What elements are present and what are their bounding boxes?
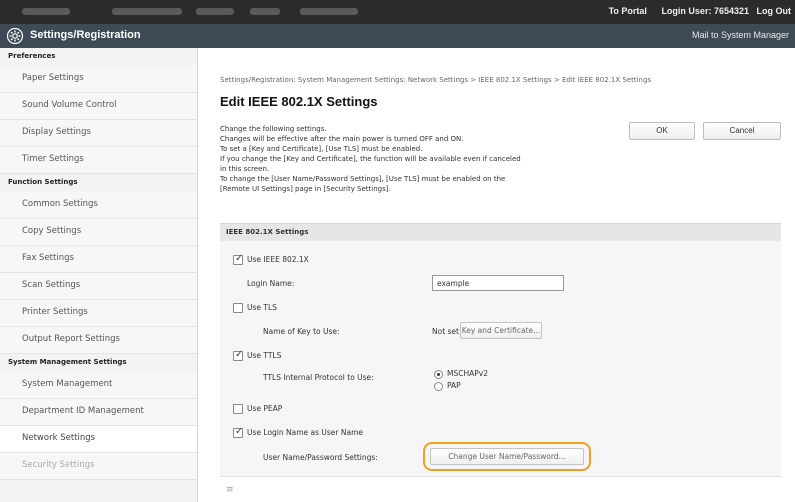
ok-button[interactable]: OK: [629, 122, 695, 140]
use-ttls-checkbox[interactable]: ✓: [233, 349, 244, 361]
app-title: Settings/Registration: [30, 29, 141, 41]
use-peap-checkbox[interactable]: [233, 404, 243, 414]
sidebar-item-paper-settings[interactable]: Paper Settings: [0, 66, 197, 93]
checkmark-icon: ✓: [235, 349, 244, 360]
description-line: Change the following settings.: [220, 125, 327, 133]
use-peap-label: Use PEAP: [247, 404, 283, 413]
sidebar-item-department-id[interactable]: Department ID Management: [0, 399, 197, 426]
use-ttls-label: Use TTLS: [247, 351, 282, 360]
bottom-mark: ≡: [226, 485, 234, 495]
page-title: Edit IEEE 802.1X Settings: [220, 94, 378, 109]
description-line: in this screen.: [220, 165, 270, 173]
use-tls-checkbox[interactable]: [233, 303, 243, 313]
sidebar-heading-preferences: Preferences: [0, 48, 197, 66]
sidebar-item-output-report-settings[interactable]: Output Report Settings: [0, 327, 197, 354]
sidebar-item-timer-settings[interactable]: Timer Settings: [0, 147, 197, 174]
pap-label: PAP: [447, 381, 461, 390]
sidebar-item-common-settings[interactable]: Common Settings: [0, 192, 197, 219]
login-user-label: Login User: 7654321: [661, 6, 749, 16]
use-tls-label: Use TLS: [247, 303, 277, 312]
redacted-text: [112, 8, 182, 15]
sidebar-heading-system-management: System Management Settings: [0, 354, 197, 372]
sidebar-item-printer-settings[interactable]: Printer Settings: [0, 300, 197, 327]
top-bar: To Portal Login User: 7654321 Log Out: [0, 0, 795, 24]
sidebar-item-network-settings[interactable]: Network Settings: [0, 426, 197, 453]
redacted-text: [196, 8, 234, 15]
login-name-label: Login Name:: [247, 279, 295, 288]
redacted-text: [22, 8, 70, 15]
settings-gear-icon: [6, 27, 24, 45]
pap-radio[interactable]: [434, 382, 443, 391]
use-login-name-label: Use Login Name as User Name: [247, 428, 364, 437]
settings-panel: ✓ Use IEEE 802.1X Login Name: example Us…: [220, 241, 781, 477]
key-and-certificate-button[interactable]: Key and Certificate...: [460, 322, 542, 339]
main-content: Settings/Registration: System Management…: [210, 48, 795, 502]
header-bar: Settings/Registration Mail to System Man…: [0, 24, 795, 48]
sidebar-item-display-settings[interactable]: Display Settings: [0, 120, 197, 147]
sidebar-heading-function-settings: Function Settings: [0, 174, 197, 192]
ttls-protocol-label: TTLS Internal Protocol to Use:: [263, 373, 374, 382]
redacted-text: [300, 8, 358, 15]
top-links: To Portal Login User: 7654321 Log Out: [597, 6, 791, 16]
use-login-name-checkbox[interactable]: ✓: [233, 426, 244, 438]
sidebar: Preferences Paper Settings Sound Volume …: [0, 48, 198, 502]
breadcrumb: Settings/Registration: System Management…: [220, 76, 652, 84]
change-user-password-button[interactable]: Change User Name/Password...: [430, 448, 584, 465]
login-name-input[interactable]: example: [432, 275, 564, 291]
sidebar-item-security-settings[interactable]: Security Settings: [0, 453, 197, 480]
checkmark-icon: ✓: [235, 253, 244, 264]
sidebar-item-copy-settings[interactable]: Copy Settings: [0, 219, 197, 246]
section-heading: IEEE 802.1X Settings: [220, 223, 781, 241]
description-line: To set a [Key and Certificate], [Use TLS…: [220, 145, 423, 153]
key-name-label: Name of Key to Use:: [263, 327, 340, 336]
description-line: To change the [User Name/Password Settin…: [220, 175, 506, 183]
description-line: If you change the [Key and Certificate],…: [220, 155, 521, 163]
redacted-text: [250, 8, 280, 15]
description-line: Changes will be effective after the main…: [220, 135, 464, 143]
portal-link[interactable]: To Portal: [609, 6, 647, 16]
use-ieee-checkbox[interactable]: ✓: [233, 253, 244, 265]
description-line: [Remote UI Settings] page in [Security S…: [220, 185, 391, 193]
use-ieee-label: Use IEEE 802.1X: [247, 255, 309, 264]
mail-to-manager-link[interactable]: Mail to System Manager: [692, 30, 789, 40]
radio-dot: [437, 373, 440, 376]
mschapv2-radio[interactable]: [434, 370, 443, 379]
sidebar-item-sound-volume[interactable]: Sound Volume Control: [0, 93, 197, 120]
user-pass-label: User Name/Password Settings:: [263, 453, 378, 462]
sidebar-item-system-management[interactable]: System Management: [0, 372, 197, 399]
mschapv2-label: MSCHAPv2: [447, 369, 488, 378]
checkmark-icon: ✓: [235, 426, 244, 437]
logout-link[interactable]: Log Out: [757, 6, 792, 16]
cancel-button[interactable]: Cancel: [703, 122, 781, 140]
description-text: Change the following settings. Changes w…: [220, 124, 640, 194]
key-name-value: Not set: [432, 327, 459, 336]
sidebar-item-scan-settings[interactable]: Scan Settings: [0, 273, 197, 300]
sidebar-item-fax-settings[interactable]: Fax Settings: [0, 246, 197, 273]
